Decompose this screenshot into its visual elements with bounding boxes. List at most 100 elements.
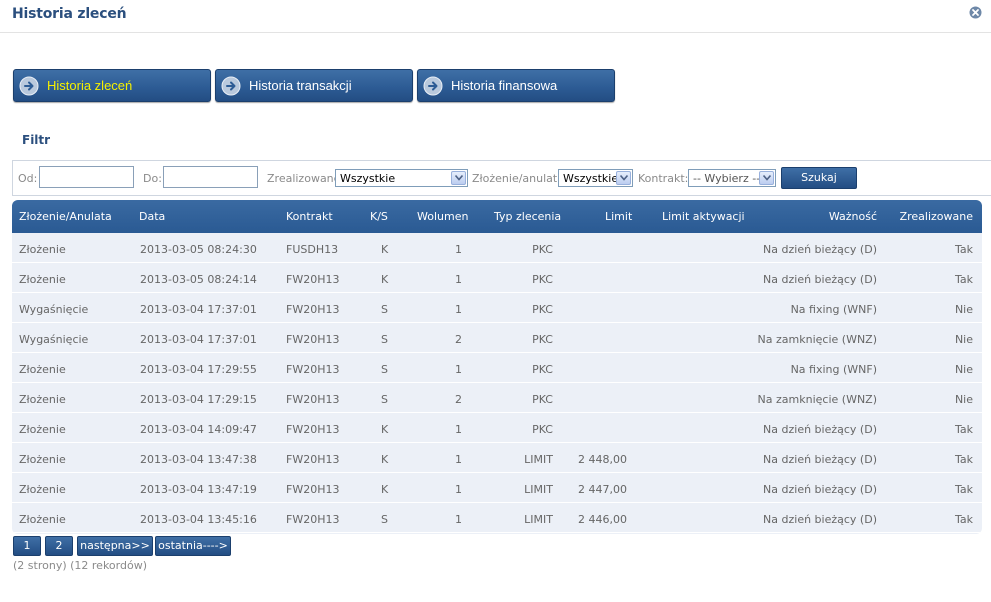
table-cell: PKC [532,243,553,256]
column-header[interactable]: Limit [605,210,632,223]
kontrakt-select[interactable]: -- Wybierz -- [688,169,776,187]
table-cell: 1 [455,303,462,316]
table-row[interactable]: Złożenie 2013-03-04 13:47:38 FW20H13 K 1 LIMI… [12,444,982,473]
table-header: Złożenie/Anulata Data Kontrakt K/S Wolum… [12,200,982,233]
table-cell: 2013-03-04 17:37:01 [140,303,257,316]
table-row[interactable]: Wygaśnięcie 2013-03-04 17:37:01 FW20H13 S 2 P… [12,324,982,353]
table-row[interactable]: Złożenie 2013-03-04 17:29:55 FW20H13 S 1 PKC N… [12,354,982,383]
table-cell: Na fixing (WNF) [790,303,877,316]
kontrakt-label: Kontrakt: [638,172,689,185]
table-cell: S [381,363,388,376]
table-cell: Złożenie [19,363,66,376]
table-cell: Tak [954,423,973,436]
table-cell: PKC [532,423,553,436]
column-header[interactable]: Typ zlecenia [494,210,561,223]
table-cell: Tak [954,483,973,496]
last-page-button[interactable]: ostatnia----> [155,536,231,556]
table-cell: 2013-03-04 13:47:19 [140,483,257,496]
table-cell: 2013-03-05 08:24:30 [140,243,257,256]
table-cell: 1 [455,453,462,466]
table-cell: 2 447,00 [578,483,627,496]
table-cell: Złożenie [19,423,66,436]
table-row[interactable]: Złożenie 2013-03-04 17:29:15 FW20H13 S 2 PKC N… [12,384,982,413]
table-cell: Na dzień bieżący (D) [763,273,877,286]
table-row[interactable]: Złożenie 2013-03-04 14:09:47 FW20H13 K 1 PKC N… [12,414,982,443]
table-row[interactable]: Wygaśnięcie 2013-03-04 17:37:01 FW20H13 S 1 P… [12,294,982,323]
table-row[interactable]: Złożenie 2013-03-04 13:47:19 FW20H13 K 1 LIMI… [12,474,982,503]
column-header[interactable]: Złożenie/Anulata [19,210,112,223]
table-cell: K [381,243,389,256]
zrealizowane-label: Zrealizowane [267,172,341,185]
table-cell: PKC [532,303,553,316]
table-cell: Na fixing (WNF) [790,363,877,376]
dialog-header: Historia zleceń [0,0,991,33]
table-cell: Złożenie [19,483,66,496]
od-date-input[interactable] [39,166,134,188]
table-cell: 2 [455,333,462,346]
table-cell: FW20H13 [286,423,340,436]
table-cell: 1 [455,513,462,526]
close-icon[interactable] [969,6,982,19]
chevron-down-icon [759,171,774,185]
table-cell: PKC [532,273,553,286]
tab-label: Historia zleceń [47,78,133,93]
table-cell: PKC [532,333,553,346]
table-cell: 2013-03-04 17:29:55 [140,363,257,376]
zlozenie-select-value: Wszystkie [563,172,619,185]
next-page-button[interactable]: następna>> [77,536,153,556]
table-cell: 2013-03-04 14:09:47 [140,423,257,436]
zlozenie-select[interactable]: Wszystkie [558,169,633,187]
page-button-1[interactable]: 1 [13,536,41,556]
table-cell: FUSDH13 [286,243,339,256]
arrow-right-circle-icon [423,76,443,96]
table-cell: Nie [954,333,973,346]
table-cell: 2 448,00 [578,453,627,466]
column-header[interactable]: Wolumen [417,210,468,223]
table-cell: FW20H13 [286,453,340,466]
table-cell: K [381,273,389,286]
column-header[interactable]: Limit aktywacji [662,210,745,223]
table-cell: K [381,483,389,496]
column-header[interactable]: Kontrakt [286,210,333,223]
tab-historia-finansowa[interactable]: Historia finansowa [417,69,615,102]
search-button[interactable]: Szukaj [781,167,857,189]
table-cell: Nie [954,363,973,376]
table-cell: 2 [455,393,462,406]
table-row[interactable]: Złożenie 2013-03-05 08:24:30 FUSDH13 K 1 PKC N… [12,234,982,263]
table-cell: Złożenie [19,393,66,406]
table-cell: FW20H13 [286,333,340,346]
table-cell: 1 [455,273,462,286]
column-header[interactable]: Ważność [829,210,877,223]
page-button-2[interactable]: 2 [45,536,73,556]
page-title: Historia zleceń [12,6,127,22]
table-row[interactable]: Złożenie 2013-03-05 08:24:14 FW20H13 K 1 PKC N… [12,264,982,293]
table-cell: Na zamknięcie (WNZ) [757,393,877,406]
zrealizowane-select[interactable]: Wszystkie [335,169,468,187]
table-cell: 1 [455,363,462,376]
do-date-input[interactable] [163,166,258,188]
table-cell: 1 [455,243,462,256]
table-cell: S [381,393,388,406]
tab-label: Historia transakcji [249,78,352,93]
tab-label: Historia finansowa [451,78,558,93]
table-cell: K [381,453,389,466]
column-header[interactable]: K/S [370,210,388,223]
tab-historia-zlecen[interactable]: Historia zleceń [13,69,211,102]
table-cell: FW20H13 [286,363,340,376]
arrow-right-circle-icon [221,76,241,96]
table-row[interactable]: Złożenie 2013-03-04 13:45:16 FW20H13 S 1 LIMI… [12,504,982,533]
table-cell: 1 [455,423,462,436]
table-cell: Tak [954,273,973,286]
kontrakt-select-value: -- Wybierz -- [693,172,761,185]
table-cell: PKC [532,393,553,406]
tab-historia-transakcji[interactable]: Historia transakcji [215,69,413,102]
column-header[interactable]: Zrealizowane [900,210,973,223]
filter-bar: Od: Do: Zrealizowane Wszystkie Złożenie/… [12,160,991,196]
table-cell: 2013-03-04 17:37:01 [140,333,257,346]
table-cell: 1 [455,483,462,496]
table-cell: Złożenie [19,243,66,256]
table-cell: Nie [954,303,973,316]
table-cell: 2013-03-04 13:45:16 [140,513,257,526]
column-header[interactable]: Data [139,210,165,223]
table-cell: Tak [954,243,973,256]
